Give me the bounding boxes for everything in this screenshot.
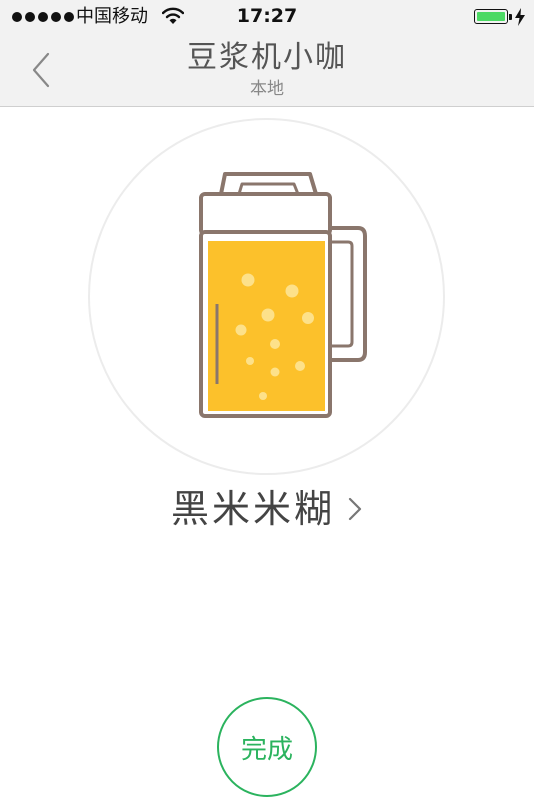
page-title: 豆浆机小咖 (187, 40, 347, 75)
page-subtitle: 本地 (250, 79, 284, 99)
program-selector[interactable]: 黑米米糊 (0, 484, 534, 534)
navigation-bar: 豆浆机小咖 本地 (0, 34, 534, 107)
charging-bolt-icon (515, 8, 525, 26)
chevron-right-icon (348, 497, 362, 521)
program-name: 黑米米糊 (170, 487, 335, 531)
done-button[interactable]: 完成 (217, 697, 317, 797)
status-bar: 中国移动 17:27 (0, 0, 534, 34)
battery-icon (474, 9, 512, 24)
status-time: 17:27 (236, 5, 298, 27)
app-screen: 中国移动 17:27 豆浆机小咖 本地 黑米米糊 完成 (0, 0, 534, 800)
soymilk-jug-icon (199, 172, 367, 418)
